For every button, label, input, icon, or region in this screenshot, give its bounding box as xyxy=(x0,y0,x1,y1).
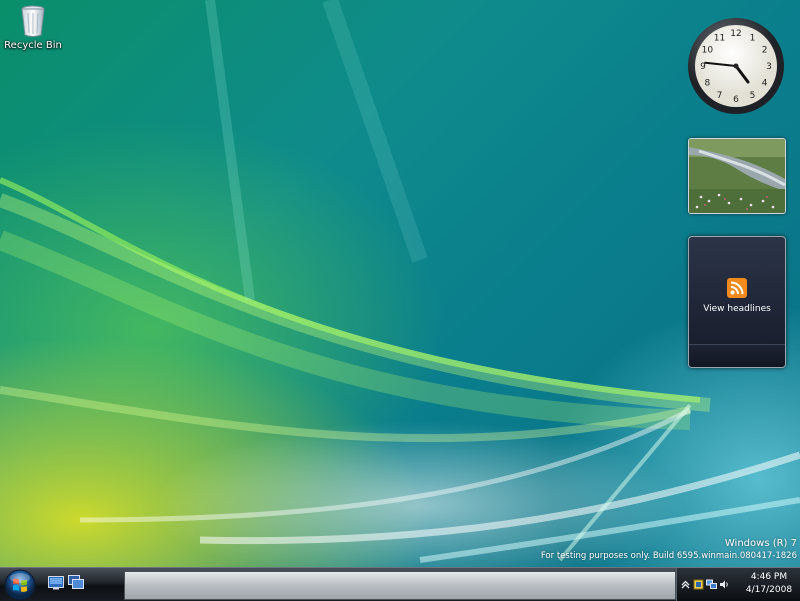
clock-number: 3 xyxy=(766,62,772,72)
taskbar: 4:46 PM 4/17/2008 xyxy=(0,567,800,601)
rss-icon xyxy=(727,278,747,298)
show-desktop-icon[interactable] xyxy=(48,574,64,590)
desktop-icon-recycle-bin[interactable]: Recycle Bin xyxy=(2,2,64,51)
clock-gadget[interactable]: 12 1234567891011 xyxy=(686,16,786,116)
clock-number: 1 xyxy=(750,34,756,44)
clock-number: 6 xyxy=(733,95,739,105)
clock-number: 10 xyxy=(702,46,714,56)
security-icon[interactable] xyxy=(693,579,704,590)
recycle-bin-label: Recycle Bin xyxy=(4,40,62,51)
clock-number: 7 xyxy=(717,91,723,101)
network-icon[interactable] xyxy=(706,579,717,590)
clock-number: 8 xyxy=(705,79,711,89)
feed-headlines-gadget[interactable]: View headlines xyxy=(688,236,786,368)
clock-number: 2 xyxy=(762,46,768,56)
watermark-title: Windows (R) 7 xyxy=(724,538,797,549)
switch-windows-icon[interactable] xyxy=(68,574,84,590)
clock-number: 5 xyxy=(750,91,756,101)
taskbar-buttons-area[interactable] xyxy=(124,571,676,600)
speaker-icon[interactable] xyxy=(719,579,730,590)
build-watermark: Windows (R) 7 For testing purposes only.… xyxy=(541,537,797,563)
wallpaper-waves xyxy=(0,0,800,563)
clock-number: 4 xyxy=(762,79,768,89)
slideshow-gadget[interactable] xyxy=(688,138,786,214)
clock-number: 12 xyxy=(730,29,741,39)
start-button[interactable] xyxy=(4,569,36,601)
slideshow-photo xyxy=(689,139,785,213)
desktop[interactable]: Recycle Bin 12 1 2 3 4 5 6 7 8 9 10 11 V… xyxy=(0,0,800,567)
recycle-bin-icon xyxy=(21,5,45,37)
system-clock[interactable]: 4:46 PM 4/17/2008 xyxy=(739,571,799,597)
clock-number: 11 xyxy=(714,34,725,44)
watermark-build: For testing purposes only. Build 6595.wi… xyxy=(540,551,797,561)
tray-time-text: 4:46 PM xyxy=(750,572,788,582)
notification-area: 4:46 PM 4/17/2008 xyxy=(676,568,800,601)
feed-gadget-footer xyxy=(689,344,785,367)
tray-date-text: 4/17/2008 xyxy=(745,585,793,595)
chevron-up-icon[interactable] xyxy=(680,579,691,590)
view-headlines-link[interactable]: View headlines xyxy=(689,304,785,314)
clock-center xyxy=(733,63,739,69)
